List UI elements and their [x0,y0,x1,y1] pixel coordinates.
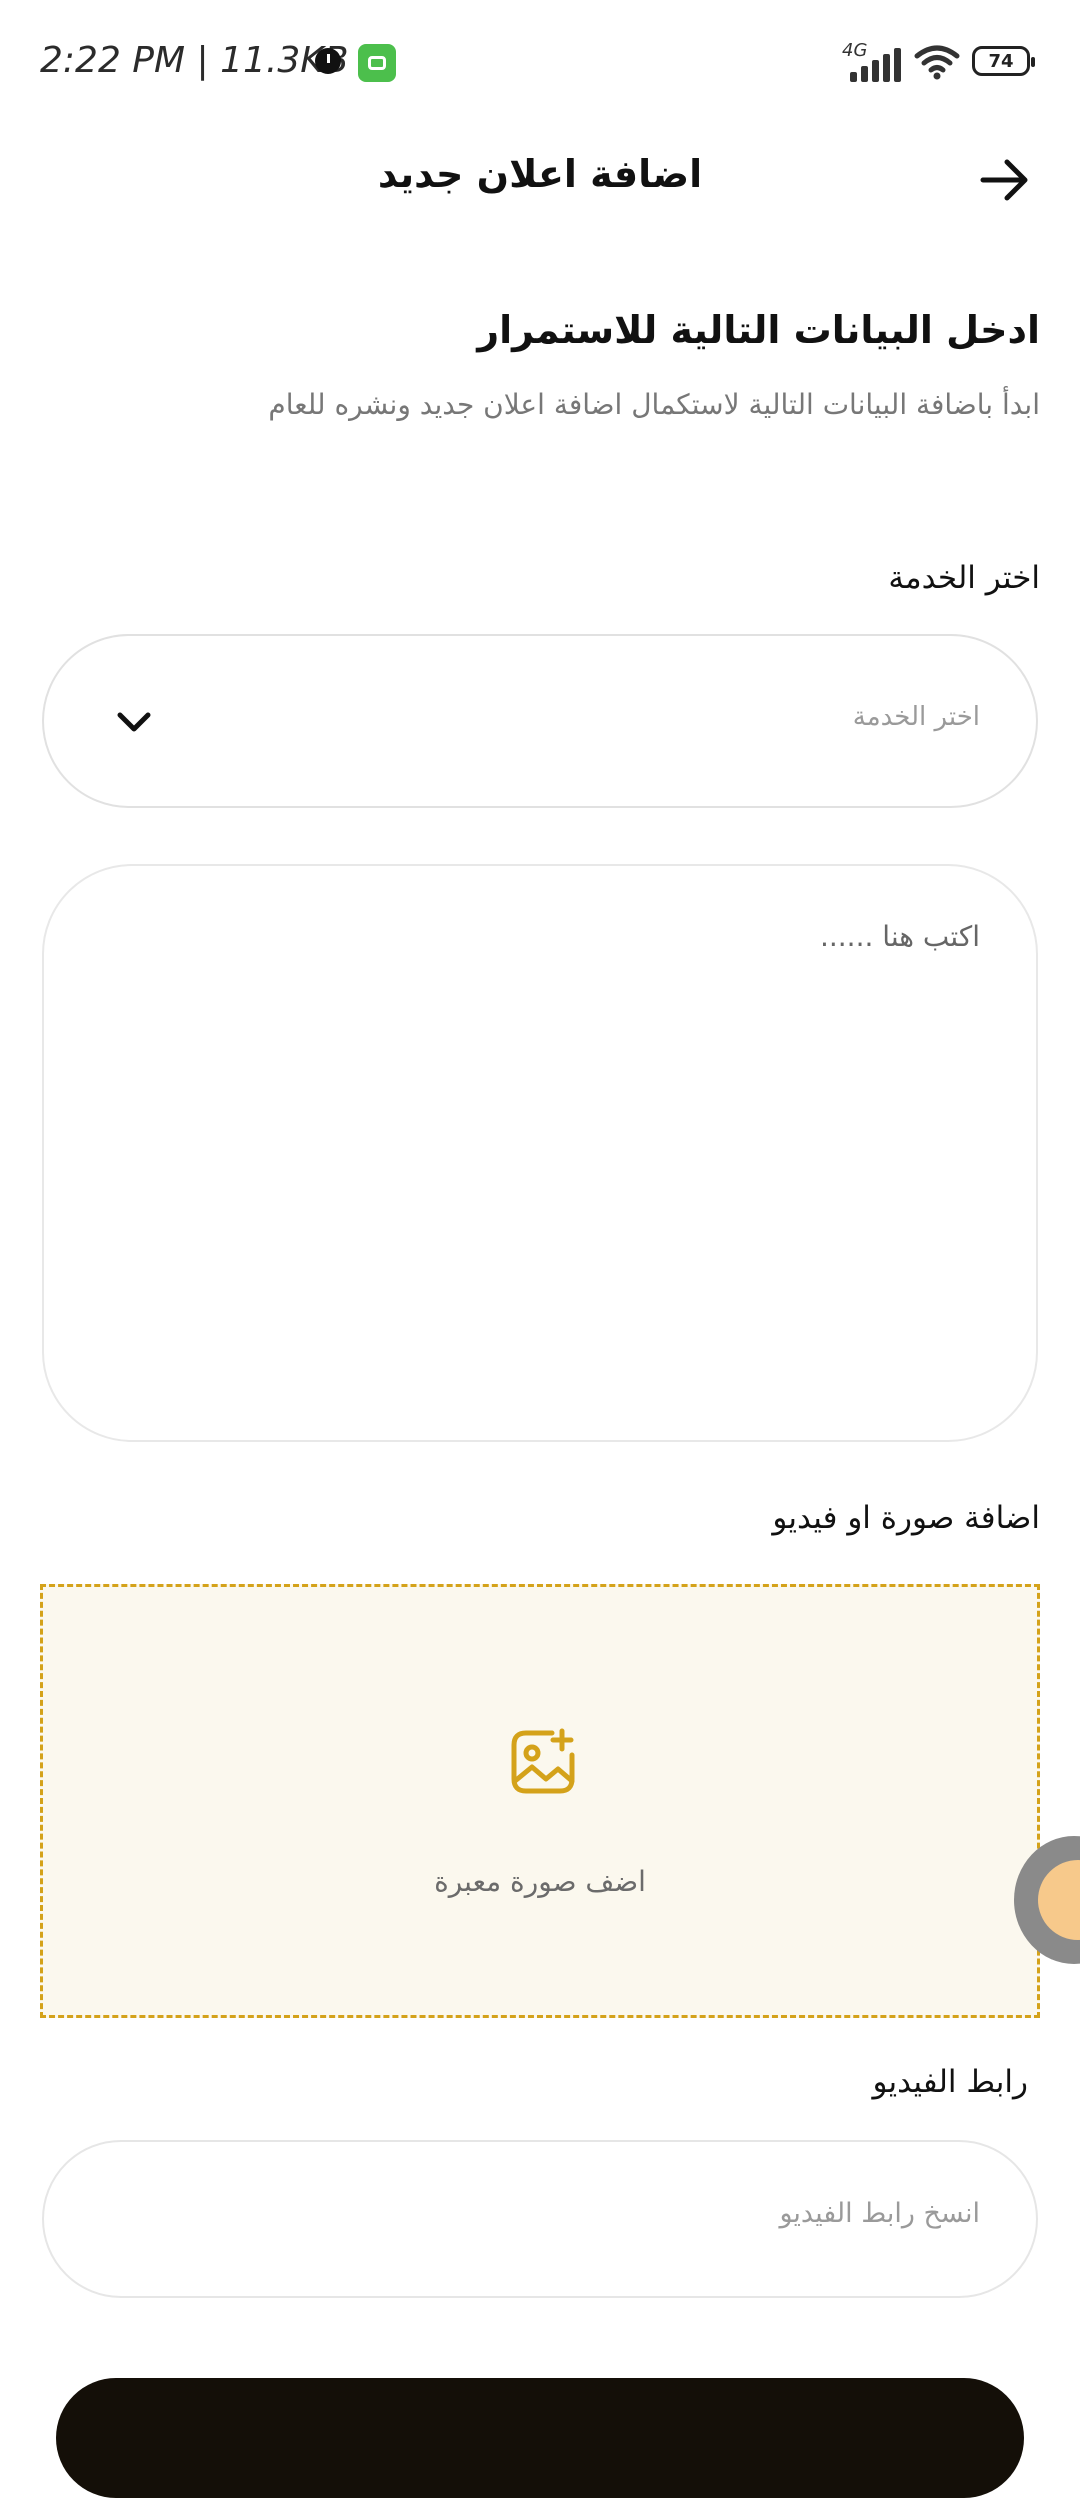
section-subtext: ابدأ باضافة البيانات التالية لاستكمال اض… [268,388,1040,421]
wifi-icon [914,45,960,80]
status-time: 2:22 PM | 11.3KB [40,40,349,81]
service-placeholder: اختر الخدمة [852,702,980,732]
arrow-right-icon[interactable] [975,150,1035,210]
video-link-placeholder: انسخ رابط الفيديو [779,2198,980,2229]
chevron-down-icon [117,712,151,732]
service-label: اختر الخدمة [888,560,1040,596]
service-select[interactable]: اختر الخدمة [42,634,1038,808]
page-title: اضافة اعلان جديد [377,152,703,196]
image-add-icon [511,1728,575,1794]
alarm-icon [315,48,341,74]
video-link-input[interactable]: انسخ رابط الفيديو [42,2140,1038,2298]
video-link-label: رابط الفيديو [872,2064,1029,2100]
section-heading: ادخل البيانات التالية للاستمرار [477,308,1040,352]
media-upload-dropzone[interactable]: اضف صورة معبرة [40,1584,1040,2018]
battery-icon: 74 [972,46,1035,76]
signal-icon [850,48,902,82]
description-placeholder: اكتب هنا ...... [819,920,980,953]
description-textarea[interactable]: اكتب هنا ...... [42,864,1038,1442]
battery-level: 74 [988,50,1014,72]
media-label: اضافة صورة او فيديو [772,1500,1040,1536]
submit-button[interactable] [56,2378,1024,2498]
upload-text: اضف صورة معبرة [434,1865,646,1898]
app-notification-icon [358,44,396,82]
